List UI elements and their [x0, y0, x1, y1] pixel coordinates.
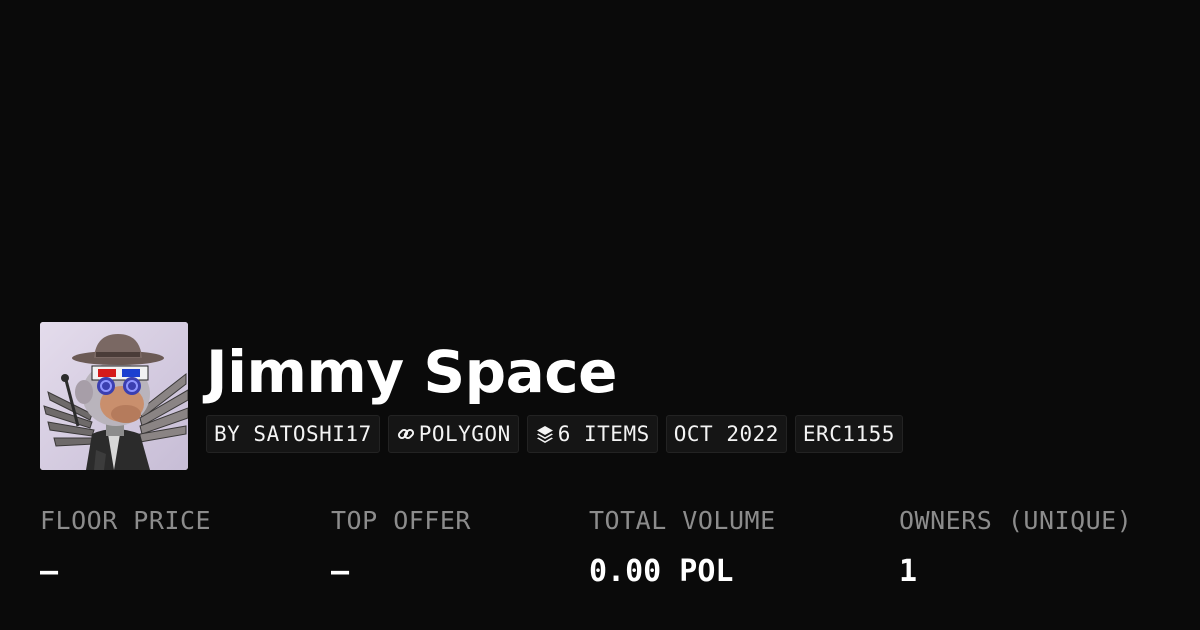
floor-price-label: FLOOR PRICE [40, 506, 212, 535]
link-icon [396, 424, 416, 444]
floor-price-value: – [40, 554, 59, 589]
owners-value: 1 [899, 554, 918, 589]
date-label: OCT 2022 [673, 422, 779, 446]
collection-badges: BY SATOSHI17 POLYGON 6 ITEMS OCT 2022 ER… [206, 415, 903, 453]
layers-icon [535, 424, 555, 444]
top-offer-value: – [331, 554, 350, 589]
date-badge: OCT 2022 [665, 415, 787, 453]
creator-badge[interactable]: BY SATOSHI17 [206, 415, 380, 453]
stat-total-volume: TOTAL VOLUME 0.00 POL [589, 504, 776, 590]
stat-top-offer: TOP OFFER – [331, 504, 471, 590]
collection-avatar [40, 322, 188, 470]
standard-badge: ERC1155 [794, 415, 903, 453]
items-label: 6 ITEMS [557, 422, 650, 446]
top-offer-label: TOP OFFER [331, 506, 471, 535]
standard-label: ERC1155 [802, 422, 895, 446]
chain-badge[interactable]: POLYGON [387, 415, 519, 453]
chain-label: POLYGON [418, 422, 511, 446]
creator-label: BY SATOSHI17 [214, 422, 372, 446]
owners-label: OWNERS (UNIQUE) [899, 506, 1133, 535]
stat-floor-price: FLOOR PRICE – [40, 504, 211, 590]
items-badge[interactable]: 6 ITEMS [526, 415, 658, 453]
collection-title: Jimmy Space [206, 338, 617, 406]
total-volume-label: TOTAL VOLUME [589, 506, 776, 535]
stat-owners: OWNERS (UNIQUE) 1 [899, 504, 1132, 590]
total-volume-value: 0.00 POL [589, 554, 734, 589]
ape-avatar-image [40, 322, 188, 470]
